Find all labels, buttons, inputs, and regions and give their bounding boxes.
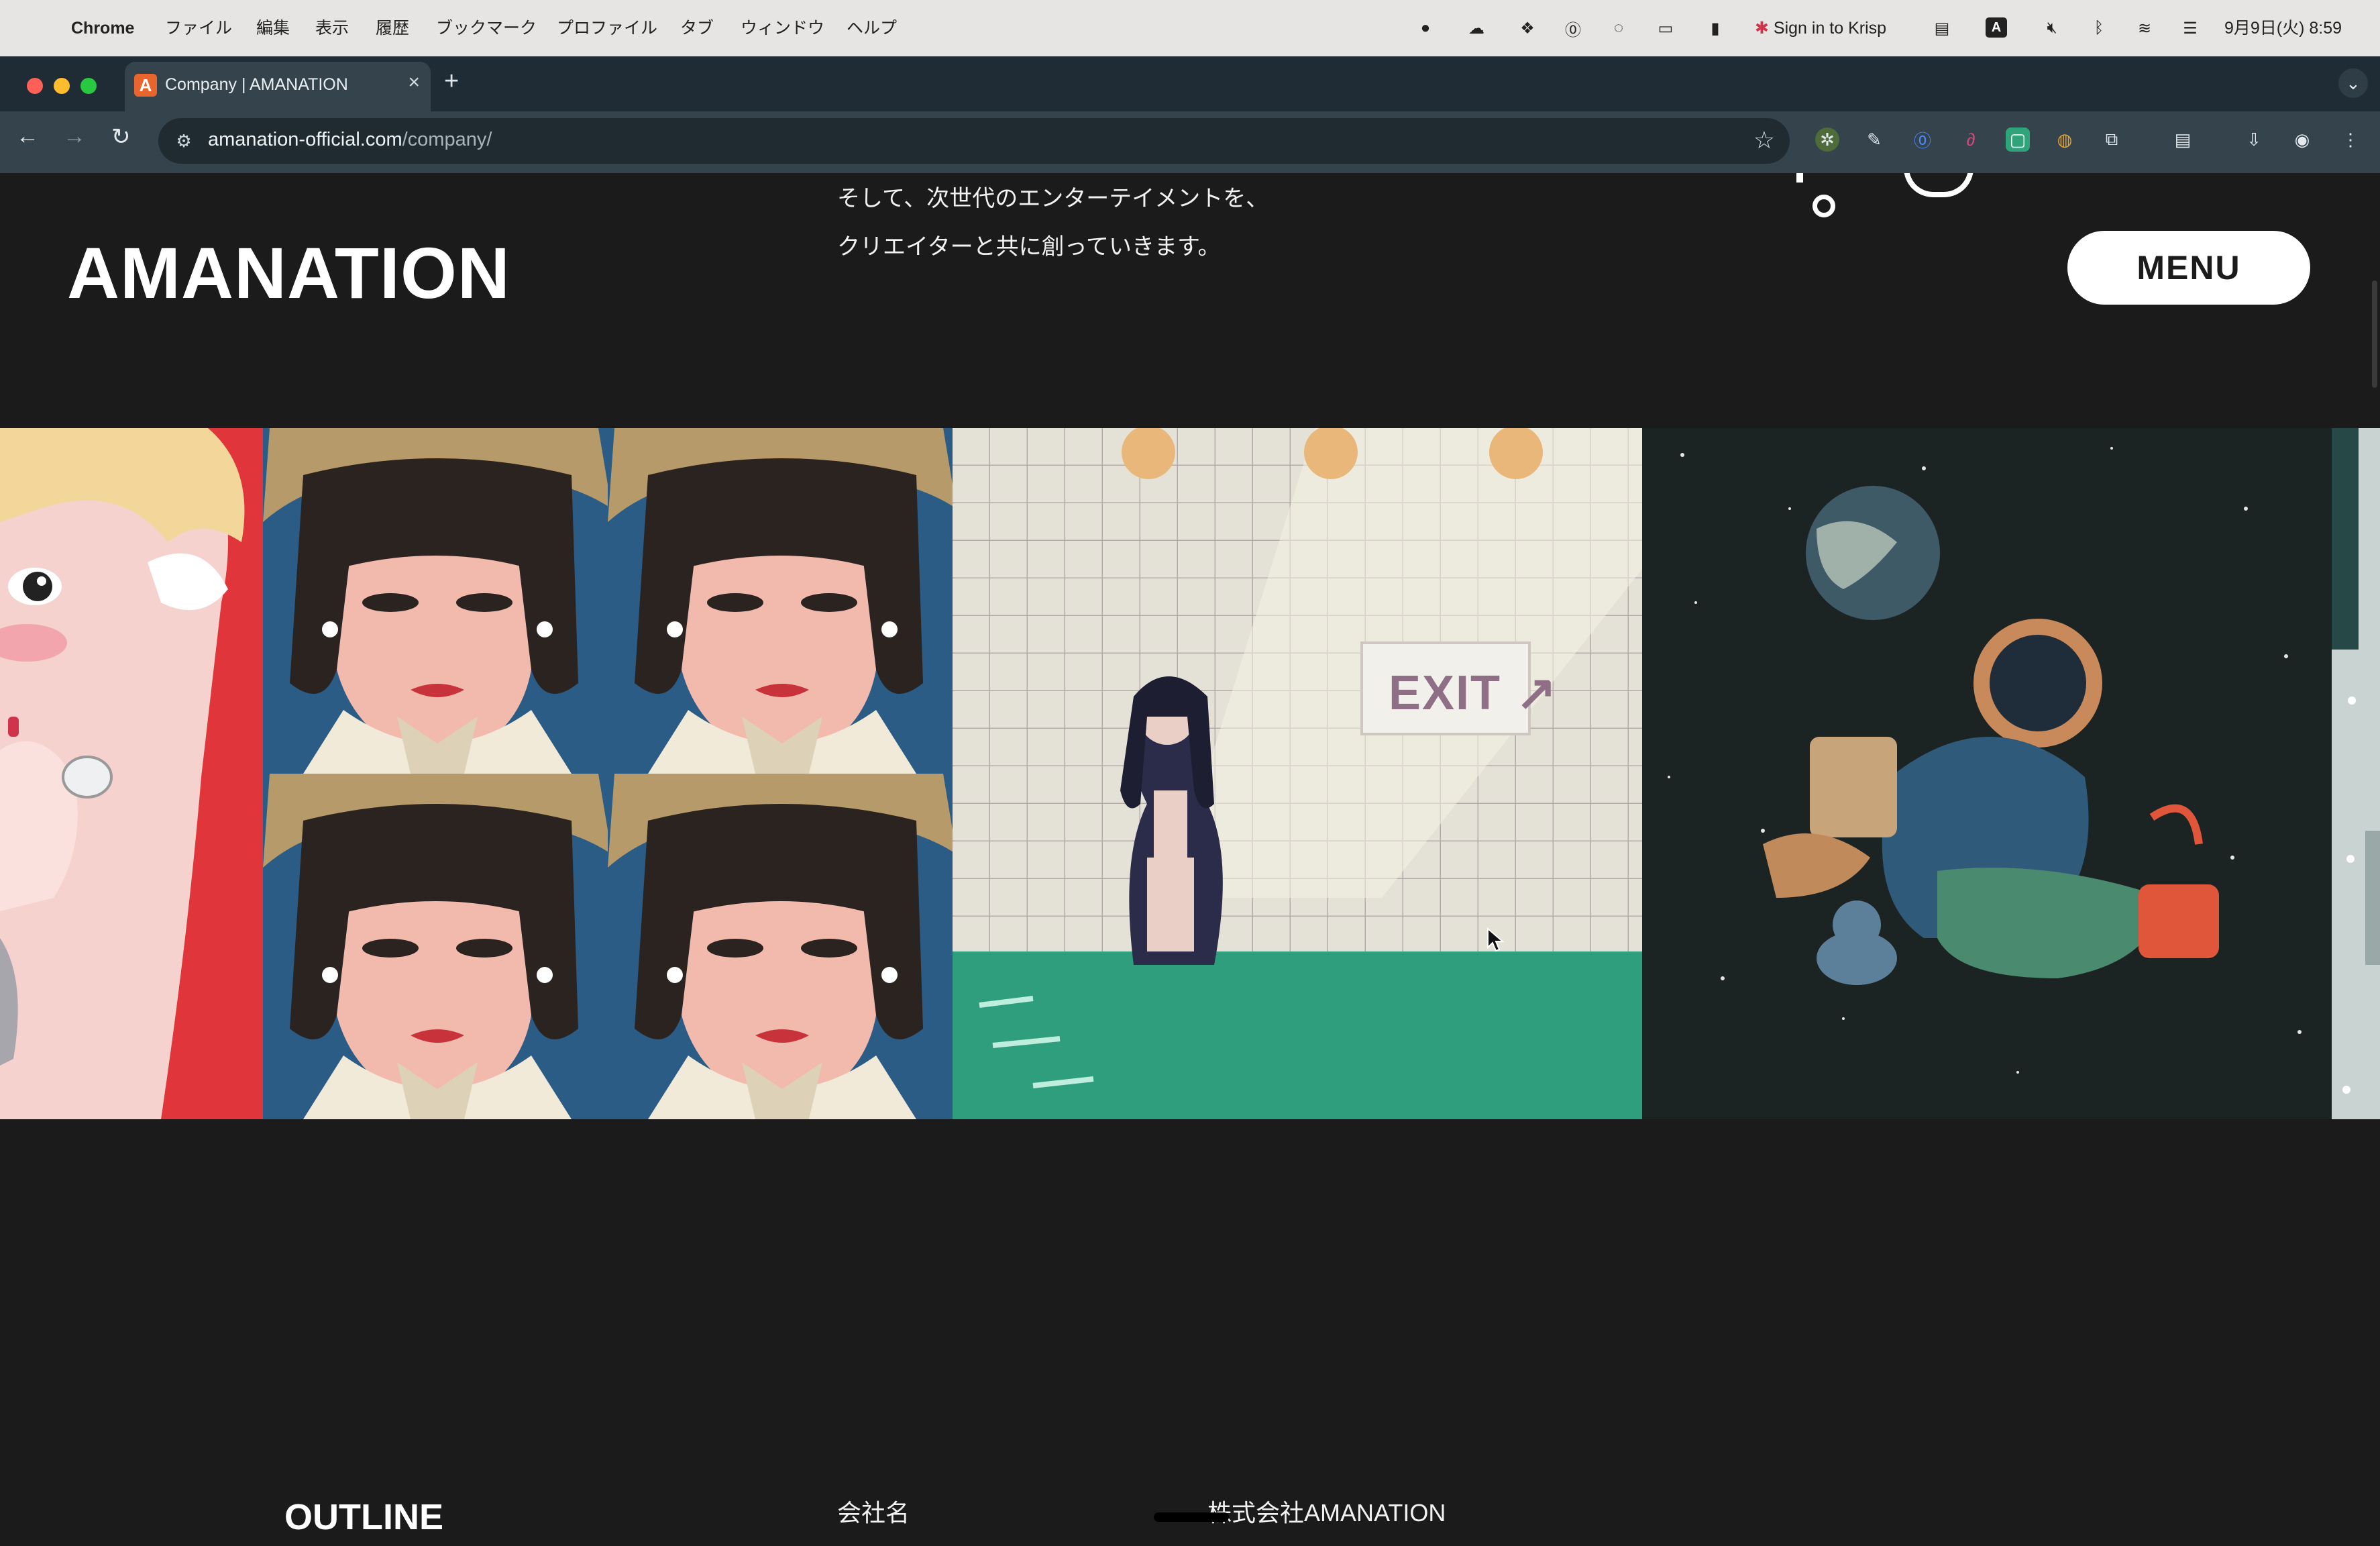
decorative-arc [1904, 173, 1973, 197]
menu-view[interactable]: 表示 [315, 17, 349, 39]
menu-file[interactable]: ファイル [165, 17, 232, 39]
menu-help[interactable]: ヘルプ [847, 17, 897, 39]
menubar-clock[interactable]: 9月9日(火) 8:59 [2224, 17, 2342, 39]
profile-icon[interactable]: ◉ [2290, 127, 2314, 152]
extension-4-icon[interactable]: ∂ [1959, 127, 1983, 152]
bluetooth-icon[interactable]: ᛒ [2088, 17, 2110, 39]
page-scrollbar[interactable] [2372, 280, 2377, 388]
artwork-pool-exit: EXIT ↗ [953, 428, 1642, 1119]
macos-menubar: Chrome ファイル 編集 表示 履歴 ブックマーク プロファイル タブ ウィ… [0, 0, 2380, 56]
menu-profiles[interactable]: プロファイル [557, 17, 657, 39]
krisp-label: Sign in to Krisp [1773, 19, 1887, 38]
dropbox-icon[interactable]: ❖ [1516, 17, 1539, 39]
artwork-astronaut-space [1642, 428, 2332, 1119]
keyboard-icon[interactable]: ▤ [1931, 17, 1953, 39]
reading-list-icon[interactable]: ▤ [2171, 127, 2195, 152]
outline-label-company: 会社名 [837, 1499, 910, 1527]
menu-edit[interactable]: 編集 [256, 17, 290, 39]
new-tab-icon[interactable]: + [444, 67, 459, 96]
window-minimize-button[interactable] [54, 78, 70, 94]
input-source-icon[interactable]: A [1986, 17, 2007, 38]
wifi-icon[interactable]: ≋ [2133, 17, 2156, 39]
tab-title: Company | AMANATION [165, 75, 348, 94]
extension-1-icon[interactable]: ✲ [1815, 127, 1839, 152]
url-text[interactable]: amanation-official.com/company/ [208, 129, 492, 151]
site-info-icon[interactable]: ⚙ [172, 129, 196, 153]
site-logo[interactable]: AMANATION [67, 231, 510, 315]
extension-5-icon[interactable]: ▢ [2006, 127, 2030, 152]
artwork-blonde-girl [0, 428, 263, 1119]
tab-search-icon[interactable]: ⌄ [2338, 68, 2368, 98]
menu-bookmarks[interactable]: ブックマーク [436, 17, 537, 39]
decorative-ring [1813, 195, 1835, 217]
slider-dot-1[interactable] [2348, 697, 2356, 705]
slider-dot-3[interactable] [2342, 1086, 2350, 1094]
eyedropper-icon[interactable]: ✎ [1862, 127, 1886, 152]
reload-icon[interactable]: ↻ [111, 123, 131, 150]
download-icon[interactable]: ⇩ [2242, 127, 2266, 152]
url-path: /company/ [402, 129, 492, 150]
color-picker-icon[interactable]: ◍ [2053, 127, 2077, 152]
display-icon[interactable]: ▭ [1654, 17, 1677, 39]
menu-window[interactable]: ウィンドウ [741, 17, 824, 39]
intro-line-2: クリエイターと共に創っていきます。 [837, 234, 1221, 260]
browser-tab[interactable]: A Company | AMANATION × [125, 62, 431, 111]
artwork-gallery: EXIT ↗ [0, 428, 2380, 1119]
mouse-cursor-icon [1487, 927, 1505, 952]
exit-sign: EXIT ↗ [1389, 666, 1558, 720]
intro-line-1: そして、次世代のエンターテイメントを、 [837, 186, 1269, 211]
slider-dot-2[interactable] [2346, 855, 2355, 863]
menu-history[interactable]: 履歴 [376, 17, 409, 39]
krisp-signin[interactable]: ✱ Sign in to Krisp [1755, 17, 1886, 39]
amanation-favicon: A [134, 74, 157, 97]
address-bar[interactable]: ⚙ amanation-official.com/company/ ☆ [158, 118, 1790, 164]
window-close-button[interactable] [27, 78, 43, 94]
whatsapp-icon[interactable]: ◌ [1607, 17, 1630, 39]
window-zoom-button[interactable] [80, 78, 97, 94]
cloud-sync-icon[interactable]: ☁ [1465, 17, 1488, 39]
krisp-icon: ✱ [1755, 19, 1769, 38]
onepassword-ext-icon[interactable]: ⓪ [1910, 127, 1935, 152]
onepassword-icon[interactable]: ⓪ [1562, 17, 1584, 40]
url-host: amanation-official.com [208, 129, 402, 150]
more-menu-icon[interactable]: ⋮ [2338, 127, 2363, 152]
decorative-shape [1796, 173, 1803, 183]
menu-tab[interactable]: タブ [680, 17, 714, 39]
control-center-icon[interactable]: ☰ [2179, 17, 2202, 39]
menu-button[interactable]: MENU [2067, 231, 2310, 305]
forward-icon[interactable]: → [63, 123, 86, 150]
tab-close-icon[interactable]: × [408, 71, 420, 94]
home-indicator [1154, 1512, 1229, 1522]
bookmark-star-icon[interactable]: ☆ [1753, 126, 1775, 154]
back-icon[interactable]: ← [16, 123, 39, 150]
outline-heading: OUTLINE [284, 1497, 443, 1537]
outline-value-company: 株式会社AMANATION [1207, 1499, 1446, 1527]
app-menu-chrome[interactable]: Chrome [71, 17, 134, 39]
record-icon[interactable]: ● [1414, 17, 1437, 39]
battery-icon[interactable]: ▮ [1704, 17, 1727, 39]
page-content: AMANATION そして、次世代のエンターテイメントを、 クリエイターと共に創… [0, 173, 2380, 1546]
artwork-partial-next [2332, 428, 2380, 1119]
artwork-four-faces [263, 428, 953, 1119]
mute-icon[interactable]: 🔇︎ [2041, 17, 2063, 39]
extensions-puzzle-icon[interactable]: ⧉ [2100, 127, 2124, 152]
